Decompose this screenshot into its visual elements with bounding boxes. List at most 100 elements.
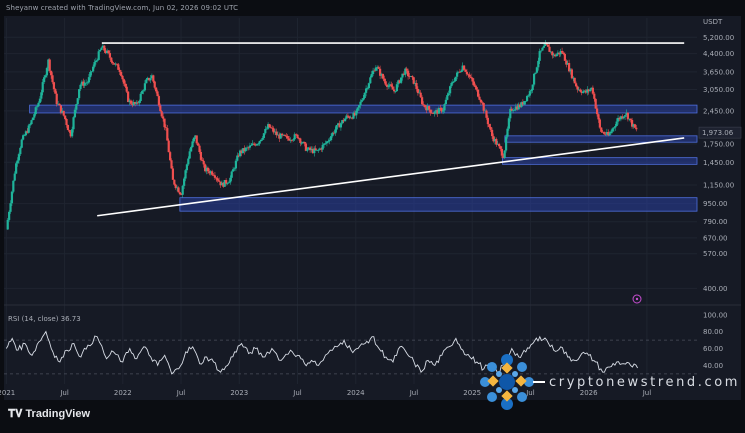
price-axis-tick-label: 950.00: [703, 200, 728, 208]
candle-body: [19, 147, 22, 155]
candle-body: [68, 130, 71, 132]
candle-body: [429, 109, 432, 113]
candle-body: [99, 49, 102, 52]
candle-body: [574, 83, 578, 87]
candle-body: [593, 93, 596, 99]
time-axis-tick-label: 2025: [463, 389, 481, 397]
candle-body: [525, 96, 529, 102]
candle-body: [454, 76, 457, 82]
candle-body: [600, 127, 603, 132]
time-axis-tick-label: 2024: [347, 389, 365, 397]
candle-body: [591, 87, 594, 94]
candle-body: [124, 83, 127, 87]
candle-body: [38, 98, 42, 103]
candle-body: [335, 125, 338, 130]
candle-body: [23, 135, 26, 136]
candle-body: [441, 110, 445, 112]
candle-body: [447, 93, 450, 96]
candle-body: [29, 124, 32, 126]
candle-body: [615, 121, 618, 127]
candle-body: [149, 78, 152, 81]
candle-body: [78, 89, 81, 99]
candle-body: [41, 82, 44, 93]
candle-body: [185, 164, 189, 171]
price-axis-tick-label: 3,650.00: [703, 68, 734, 76]
candle-body: [399, 77, 403, 83]
candle-body: [391, 86, 394, 90]
candle-body: [40, 92, 43, 99]
rsi-axis-tick-label: 100.00: [703, 311, 728, 319]
candle-body: [206, 167, 210, 172]
candle-body: [363, 92, 366, 98]
candle-body: [187, 158, 190, 165]
candle-body: [462, 65, 466, 70]
watermark-logo-dot: [517, 392, 527, 402]
candle-body: [513, 109, 516, 111]
candle-body: [594, 98, 597, 109]
candle-body: [125, 86, 128, 92]
candle-body: [283, 134, 287, 136]
candle-body: [181, 185, 184, 195]
candle-body: [419, 92, 422, 98]
candle-body: [469, 76, 473, 78]
candle-body: [191, 141, 194, 148]
candle-body: [177, 187, 180, 193]
candle-body: [451, 81, 454, 83]
watermark-logo-dot: [496, 371, 502, 377]
candle-body: [334, 129, 337, 134]
time-axis-tick-label: 2021: [0, 389, 15, 397]
candle-body: [48, 59, 51, 71]
candle-body: [588, 89, 592, 92]
price-axis-tick-label: 5,200.00: [703, 34, 734, 42]
candle-body: [198, 145, 201, 153]
candle-body: [422, 104, 425, 106]
candle-body: [503, 150, 506, 158]
candle-body: [159, 105, 162, 112]
candle-body: [296, 134, 299, 139]
candle-body: [30, 120, 33, 125]
candle-body: [321, 144, 324, 150]
candle-body: [234, 160, 238, 169]
candle-body: [157, 96, 161, 106]
candle-body: [328, 140, 331, 141]
candle-body: [120, 71, 123, 76]
candle-body: [366, 88, 369, 89]
candle-body: [31, 117, 35, 121]
candle-body: [415, 83, 418, 89]
candle-body: [510, 108, 513, 111]
candle-body: [72, 117, 75, 130]
tradingview-logo[interactable]: 𝐓𝐕 TradingView: [8, 408, 90, 421]
candle-body: [129, 100, 133, 104]
candle-body: [92, 66, 95, 72]
candle-body: [387, 85, 390, 87]
candle-body: [433, 111, 436, 114]
candle-body: [490, 129, 494, 137]
price-axis-tick-label: 790.00: [703, 218, 728, 226]
tradingview-brand-name: TradingView: [25, 408, 91, 420]
candle-body: [374, 67, 377, 71]
candle-body: [370, 73, 373, 78]
rsi-axis-tick-label: 40.00: [703, 362, 723, 370]
price-axis-tick-label: 3,050.00: [703, 86, 734, 94]
watermark-logo-dot: [512, 371, 518, 377]
watermark-logo-dot: [517, 362, 527, 372]
candle-body: [506, 128, 509, 137]
candle-body: [394, 91, 397, 92]
candle-body: [66, 125, 70, 131]
candle-body: [365, 88, 368, 93]
candle-body: [444, 99, 447, 105]
candle-body: [359, 101, 362, 106]
candle-body: [286, 135, 289, 139]
candle-body: [188, 151, 191, 159]
candle-body: [170, 160, 173, 169]
candle-body: [62, 110, 65, 116]
candle-body: [358, 105, 361, 108]
candle-body: [614, 126, 617, 128]
candle-body: [344, 118, 347, 122]
candle-body: [164, 127, 168, 129]
candle-body: [248, 145, 252, 148]
candle-body: [474, 85, 477, 88]
candle-body: [211, 171, 214, 175]
watermark-logo-dot: [487, 362, 497, 372]
candle-body: [560, 50, 564, 53]
